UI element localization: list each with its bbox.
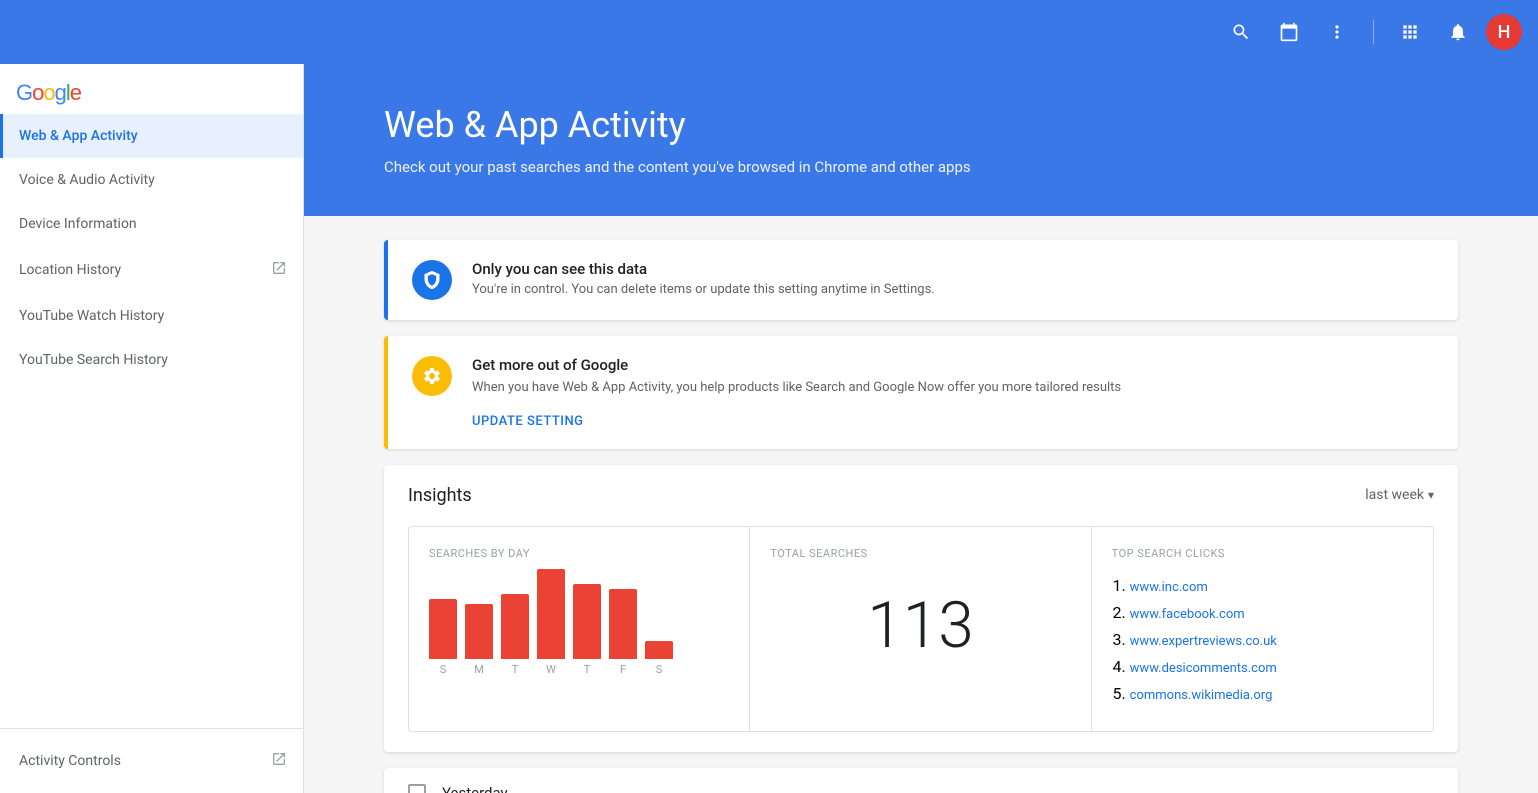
apps-icon[interactable] bbox=[1390, 12, 1430, 52]
bar-day-column: T bbox=[573, 584, 601, 676]
hero-section: Web & App Activity Check out your past s… bbox=[304, 64, 1538, 216]
sidebar-item-youtube-search-history[interactable]: YouTube Search History bbox=[0, 338, 303, 382]
bar-day-column: S bbox=[429, 599, 457, 676]
sidebar-item-label: YouTube Search History bbox=[19, 352, 168, 368]
bar bbox=[645, 641, 673, 659]
avatar[interactable]: H bbox=[1486, 14, 1522, 50]
suggestion-content: Get more out of Google When you have Web… bbox=[472, 356, 1121, 429]
insights-card: Insights last week ▾ SEARCHES BY DAY S M T… bbox=[384, 465, 1458, 752]
sidebar-item-label: Activity Controls bbox=[19, 753, 121, 769]
bar-day-label: F bbox=[620, 663, 626, 676]
insights-panels: SEARCHES BY DAY S M T W T F S TOTAL SEARCHES 1… bbox=[408, 526, 1434, 732]
suggestion-description: When you have Web & App Activity, you he… bbox=[472, 378, 1121, 398]
bar bbox=[609, 589, 637, 659]
yesterday-label: Yesterday bbox=[442, 784, 508, 793]
list-item: commons.wikimedia.org bbox=[1130, 684, 1413, 703]
search-icon[interactable] bbox=[1221, 12, 1261, 52]
topbar-actions: H bbox=[1221, 12, 1522, 52]
info-title: Only you can see this data bbox=[472, 260, 935, 278]
sidebar-nav: Web & App Activity Voice & Audio Activit… bbox=[0, 114, 303, 382]
calendar-icon[interactable] bbox=[1269, 12, 1309, 52]
yesterday-row: Yesterday bbox=[384, 768, 1458, 793]
insights-title: Insights bbox=[408, 485, 472, 506]
sidebar-item-label: Device Information bbox=[19, 216, 137, 232]
bar bbox=[537, 569, 565, 659]
top-click-link[interactable]: www.expertreviews.co.uk bbox=[1130, 634, 1277, 649]
bar bbox=[501, 594, 529, 659]
yesterday-checkbox[interactable] bbox=[408, 784, 426, 793]
gear-icon bbox=[412, 356, 452, 396]
sidebar-item-voice-audio-activity[interactable]: Voice & Audio Activity bbox=[0, 158, 303, 202]
top-click-link[interactable]: www.inc.com bbox=[1130, 580, 1208, 595]
bar-day-column: M bbox=[465, 604, 493, 676]
page-subtitle: Check out your past searches and the con… bbox=[384, 158, 1458, 176]
cards-area: Only you can see this data You're in con… bbox=[304, 216, 1538, 793]
insights-header: Insights last week ▾ bbox=[408, 485, 1434, 506]
app-layout: Google Web & App Activity Voice & Audio … bbox=[0, 64, 1538, 793]
external-link-icon bbox=[271, 751, 287, 771]
sidebar-item-youtube-watch-history[interactable]: YouTube Watch History bbox=[0, 294, 303, 338]
info-description: You're in control. You can delete items … bbox=[472, 282, 935, 297]
top-search-clicks-label: TOP SEARCH CLICKS bbox=[1112, 547, 1413, 560]
searches-by-day-label: SEARCHES BY DAY bbox=[429, 547, 729, 560]
bar-day-column: F bbox=[609, 589, 637, 676]
searches-by-day-panel: SEARCHES BY DAY S M T W T F S bbox=[409, 527, 750, 731]
bar-day-column: T bbox=[501, 594, 529, 676]
bar-day-label: S bbox=[656, 663, 663, 676]
info-card: Only you can see this data You're in con… bbox=[384, 240, 1458, 320]
top-clicks-list: www.inc.com www.facebook.com www.expertrev… bbox=[1112, 576, 1413, 703]
period-selector[interactable]: last week ▾ bbox=[1365, 487, 1434, 503]
top-click-link[interactable]: commons.wikimedia.org bbox=[1130, 688, 1273, 703]
bar bbox=[429, 599, 457, 659]
bar-day-column: S bbox=[645, 641, 673, 676]
bar bbox=[465, 604, 493, 659]
bar-day-label: M bbox=[474, 663, 484, 676]
sidebar-bottom: Activity Controls bbox=[0, 728, 303, 793]
sidebar-item-device-information[interactable]: Device Information bbox=[0, 202, 303, 246]
top-search-clicks-panel: TOP SEARCH CLICKS www.inc.com www.faceboo… bbox=[1092, 527, 1433, 731]
external-link-icon bbox=[271, 260, 287, 280]
update-setting-button[interactable]: UPDATE SETTING bbox=[472, 414, 584, 429]
list-item: www.expertreviews.co.uk bbox=[1130, 630, 1413, 649]
shield-icon bbox=[412, 260, 452, 300]
bar bbox=[573, 584, 601, 659]
sidebar-item-web-app-activity[interactable]: Web & App Activity bbox=[0, 114, 303, 158]
list-item: www.inc.com bbox=[1130, 576, 1413, 595]
sidebar-item-activity-controls[interactable]: Activity Controls bbox=[0, 737, 303, 785]
page-title: Web & App Activity bbox=[384, 104, 1458, 146]
top-click-link[interactable]: www.desicomments.com bbox=[1130, 661, 1277, 676]
list-item: www.desicomments.com bbox=[1130, 657, 1413, 676]
bar-day-label: W bbox=[546, 663, 556, 676]
suggestion-title: Get more out of Google bbox=[472, 356, 1121, 374]
bar-chart: SMTWTFS bbox=[429, 576, 729, 676]
notifications-icon[interactable] bbox=[1438, 12, 1478, 52]
sidebar-item-label: Location History bbox=[19, 262, 121, 278]
suggestion-card: Get more out of Google When you have Web… bbox=[384, 336, 1458, 449]
topbar-divider bbox=[1373, 20, 1374, 44]
chevron-down-icon: ▾ bbox=[1428, 488, 1434, 502]
sidebar: Google Web & App Activity Voice & Audio … bbox=[0, 64, 304, 793]
total-searches-label: TOTAL SEARCHES bbox=[770, 547, 1070, 560]
logo-area: Google bbox=[0, 64, 303, 114]
info-text: Only you can see this data You're in con… bbox=[472, 260, 935, 297]
main-content: Web & App Activity Check out your past s… bbox=[304, 64, 1538, 793]
bar-day-label: S bbox=[440, 663, 447, 676]
sidebar-item-label: YouTube Watch History bbox=[19, 308, 164, 324]
sidebar-item-location-history[interactable]: Location History bbox=[0, 246, 303, 294]
google-logo: Google bbox=[16, 80, 81, 106]
sidebar-item-label: Web & App Activity bbox=[19, 128, 138, 144]
sidebar-item-label: Voice & Audio Activity bbox=[19, 172, 155, 188]
bar-day-label: T bbox=[584, 663, 591, 676]
period-label: last week bbox=[1365, 487, 1424, 503]
total-searches-panel: TOTAL SEARCHES 113 bbox=[750, 527, 1091, 731]
list-item: www.facebook.com bbox=[1130, 603, 1413, 622]
top-click-link[interactable]: www.facebook.com bbox=[1130, 607, 1245, 622]
more-options-icon[interactable] bbox=[1317, 12, 1357, 52]
topbar: H bbox=[0, 0, 1538, 64]
bar-day-label: T bbox=[512, 663, 519, 676]
bar-day-column: W bbox=[537, 569, 565, 676]
total-searches-count: 113 bbox=[770, 576, 1070, 676]
